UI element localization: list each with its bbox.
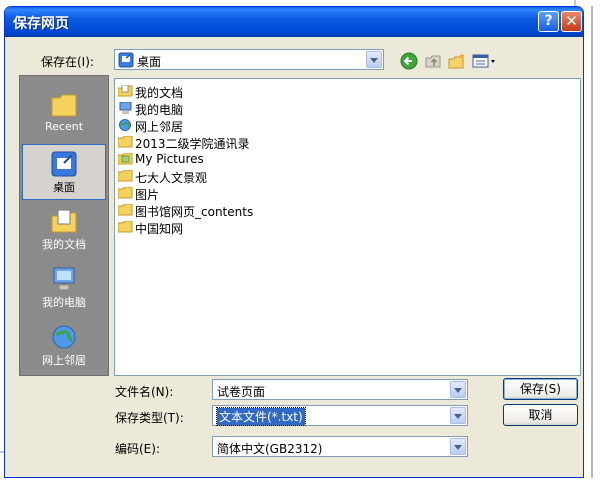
list-item-label: 图片 (135, 188, 160, 202)
places-recent[interactable]: Recent (22, 86, 106, 142)
folder-icon (118, 221, 133, 233)
network-places-icon (119, 119, 131, 131)
new-folder-icon[interactable] (448, 52, 466, 70)
close-icon: ✕ (565, 12, 578, 30)
recent-folder-icon (51, 94, 77, 117)
places-label: 我的电脑 (42, 296, 86, 309)
places-label: 我的文档 (42, 238, 86, 251)
my-computer-icon (119, 102, 132, 114)
list-item-label: 网上邻居 (135, 120, 184, 134)
list-item-label: 七大人文景观 (135, 171, 208, 185)
desktop-icon (51, 151, 77, 177)
file-list[interactable]: 我的文档 我的电脑 网上邻居 2013二级学院通讯录 My Pictures 七… (114, 78, 581, 376)
encoding-select[interactable]: 简体中文(GB2312) (212, 436, 468, 457)
location-combo[interactable]: 桌面 (114, 49, 384, 70)
folder-icon (118, 187, 133, 199)
places-label: 桌面 (53, 181, 75, 194)
my-computer-icon (53, 267, 75, 291)
view-menu-icon[interactable] (472, 52, 498, 70)
folder-icon (118, 204, 133, 216)
title-bar: 保存网页 ? ✕ (5, 7, 583, 37)
chevron-down-icon[interactable] (450, 407, 466, 424)
folder-icon (118, 136, 133, 148)
pictures-folder-icon (118, 153, 133, 165)
list-item-label: 图书馆网页_contents (135, 205, 254, 219)
window-title: 保存网页 (13, 16, 69, 32)
close-button[interactable]: ✕ (561, 11, 582, 32)
location-value: 桌面 (137, 55, 162, 69)
places-my-computer[interactable]: 我的电脑 (22, 260, 106, 316)
back-arrow-icon[interactable] (400, 52, 418, 70)
my-documents-icon (51, 209, 77, 233)
places-my-documents[interactable]: 我的文档 (22, 202, 106, 258)
encoding-value: 简体中文(GB2312) (217, 442, 323, 456)
up-folder-icon[interactable] (424, 52, 442, 70)
network-places-icon (52, 325, 76, 349)
places-bar: Recent 桌面 我的文档 我的电脑 网上邻居 (19, 75, 109, 376)
filetype-select[interactable]: 文本文件(*.txt) (212, 405, 468, 426)
filetype-value: 文本文件(*.txt) (216, 407, 306, 426)
list-item-label: 中国知网 (135, 222, 184, 236)
folder-icon (118, 170, 133, 182)
list-item-label: 2013二级学院通讯录 (135, 137, 250, 151)
desktop-icon (118, 52, 134, 68)
cancel-button[interactable]: 取消 (503, 404, 578, 426)
list-item-label: 我的电脑 (135, 103, 184, 117)
filename-label: 文件名(N): (115, 385, 174, 399)
location-label: 保存在(I): (41, 55, 94, 69)
places-network[interactable]: 网上邻居 (22, 318, 106, 374)
chevron-down-icon[interactable] (450, 438, 466, 455)
filename-value: 试卷页面 (217, 385, 266, 399)
save-webpage-dialog: 保存网页 ? ✕ 保存在(I): 桌面 Recent 桌面 我的文档 我的电脑 (4, 6, 584, 478)
my-documents-icon (118, 85, 133, 97)
list-item-label: My Pictures (135, 152, 204, 166)
encoding-label: 编码(E): (115, 442, 160, 456)
filename-input[interactable]: 试卷页面 (212, 379, 468, 400)
list-item-label: 我的文档 (135, 86, 184, 100)
filetype-label: 保存类型(T): (115, 411, 184, 425)
help-icon: ? (544, 13, 553, 29)
places-label: 网上邻居 (42, 354, 86, 367)
places-desktop[interactable]: 桌面 (22, 144, 106, 200)
chevron-down-icon[interactable] (450, 381, 466, 398)
places-label: Recent (44, 120, 84, 133)
save-button[interactable]: 保存(S) (503, 378, 578, 400)
help-button[interactable]: ? (538, 11, 559, 32)
chevron-down-icon[interactable] (366, 51, 382, 68)
